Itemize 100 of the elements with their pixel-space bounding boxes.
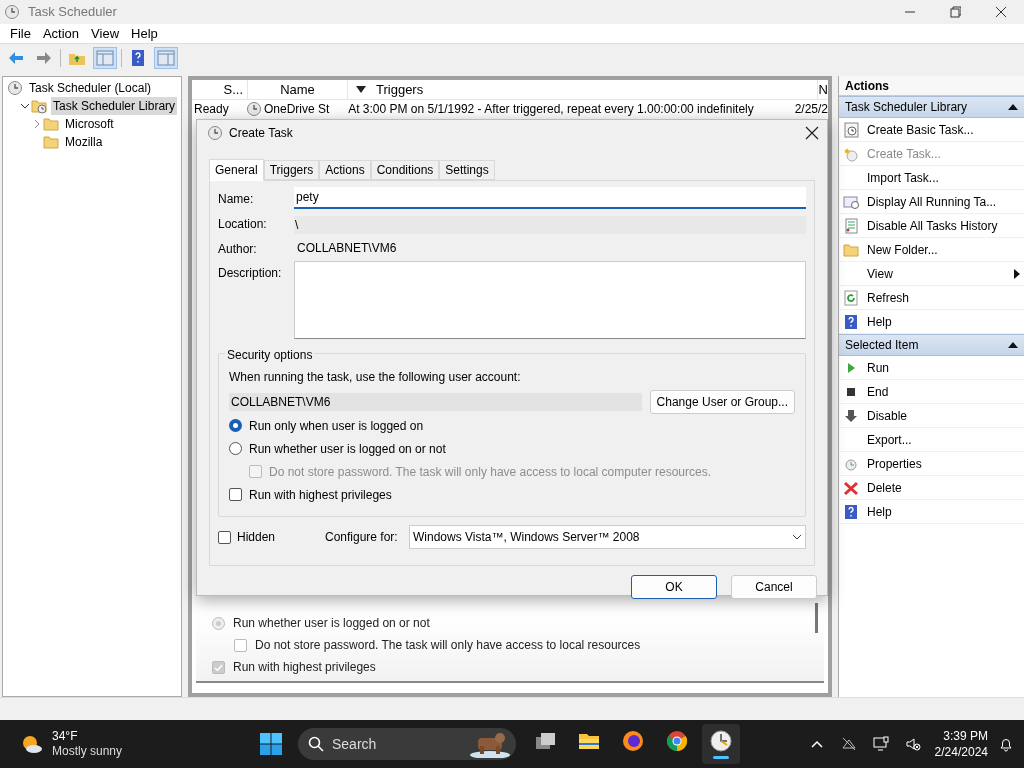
task-command[interactable]: Delete [839, 476, 1024, 500]
calendar-clock-icon [843, 121, 859, 138]
field-label: Name: [218, 191, 255, 208]
help-icon [843, 313, 859, 330]
option-label: Hidden [237, 529, 277, 546]
speaker-muted-icon [904, 736, 921, 752]
bell-icon [998, 736, 1014, 752]
search-icon [308, 736, 324, 752]
menu-item[interactable]: File [4, 23, 37, 44]
scrollbar-thumb[interactable] [815, 603, 818, 633]
panel-icon [157, 49, 175, 67]
tab[interactable]: Conditions [370, 160, 440, 180]
tab[interactable]: Triggers [263, 160, 320, 180]
task-command[interactable]: Import Task... [839, 166, 1024, 190]
folder-icon [843, 241, 859, 258]
menu-item[interactable]: Help [125, 23, 164, 44]
name-field[interactable]: pety [294, 187, 806, 209]
radio-button[interactable] [229, 419, 242, 432]
clock-time: 3:39 PM [943, 728, 988, 744]
section-header[interactable]: Task Scheduler Library [839, 96, 1024, 118]
panel-icon [96, 49, 114, 67]
task-command[interactable]: Export... [839, 428, 1024, 452]
option-label: Run whether user is logged on or not [249, 440, 446, 458]
down-arrow-icon [843, 407, 859, 424]
tree-item[interactable]: Microsoft [63, 115, 116, 133]
monitor-icon [872, 736, 889, 752]
task-command[interactable]: New Folder... [839, 238, 1024, 262]
sort-down-icon [356, 85, 366, 94]
configure-dropdown[interactable]: Windows Vista™, Windows Server™ 2008 [409, 525, 806, 549]
option-label: Do not store password. The task will only have access to local resources [255, 637, 641, 654]
clock-icon [245, 101, 262, 117]
table-cell-text: 2/25/2 [794, 101, 828, 118]
prompt-text: When running the task, use the following user account: [229, 369, 522, 386]
clock-date: 2/24/2024 [934, 744, 988, 760]
option-label: Run whether user is logged on or not [233, 615, 430, 632]
list-icon [843, 217, 859, 234]
checkbox[interactable] [229, 488, 242, 501]
column-header[interactable]: Triggers [348, 80, 818, 99]
collapse-arrow-icon [1008, 342, 1018, 348]
table-cell-text: Ready [193, 101, 230, 118]
clock-icon [709, 729, 733, 753]
chevron-down-icon [792, 534, 802, 540]
option-label: Do not store password. The task will only have access to local computer resources. [269, 463, 711, 481]
column-header[interactable]: Name [248, 80, 348, 99]
delete-icon [843, 479, 859, 496]
help-icon [843, 503, 859, 520]
firefox-icon [621, 729, 645, 753]
option-label: Run with highest privileges [233, 659, 376, 676]
network-off-icon [840, 736, 857, 752]
ok-button[interactable]: OK [631, 575, 717, 599]
radio-button[interactable] [229, 442, 242, 455]
task-command[interactable]: Create Basic Task... [839, 118, 1024, 142]
tab[interactable]: Settings [439, 160, 495, 180]
clock-icon [7, 80, 23, 96]
task-command[interactable]: Refresh [839, 286, 1024, 310]
tree-item[interactable]: Task Scheduler Library [51, 97, 178, 115]
section-header[interactable]: Selected Item [839, 334, 1024, 356]
menu-item[interactable]: Action [36, 23, 86, 44]
field-label: Location: [218, 216, 268, 233]
field-label: Description: [218, 265, 283, 282]
windows-logo-icon [259, 732, 283, 756]
checkbox[interactable] [218, 530, 231, 544]
change-user-button[interactable]: Change User or Group... [649, 390, 795, 414]
task-command[interactable]: Disable All Tasks History [839, 214, 1024, 238]
weather-temperature: 34°F [52, 729, 79, 744]
section-title: Task Scheduler Library [845, 99, 968, 116]
task-command[interactable]: Disable [839, 404, 1024, 428]
close-icon [995, 6, 1007, 18]
window-title: Task Scheduler [28, 3, 117, 22]
task-command[interactable]: End [839, 380, 1024, 404]
task-command[interactable]: Run [839, 356, 1024, 380]
cancel-button[interactable]: Cancel [731, 575, 817, 599]
chrome-icon [665, 729, 689, 753]
author-value: COLLABNET\VM6 [296, 240, 398, 257]
app-icon [207, 125, 223, 141]
description-field[interactable] [294, 261, 806, 339]
column-header[interactable]: S... [192, 80, 248, 99]
folder-icon [43, 134, 59, 150]
taskbar-app-button[interactable] [702, 724, 740, 764]
dialog-title: Create Task [229, 125, 294, 142]
option-label: Run with highest privileges [249, 486, 392, 504]
location-field: \ [294, 216, 806, 234]
task-command[interactable]: Help [839, 500, 1024, 524]
option-label: Run only when user is logged on [249, 417, 424, 435]
column-header[interactable]: N [818, 80, 828, 99]
task-command[interactable]: Display All Running Ta... [839, 190, 1024, 214]
refresh-icon [843, 289, 859, 306]
restore-icon [949, 6, 961, 18]
tree-item[interactable]: Task Scheduler (Local) [27, 79, 154, 97]
weather-condition: Mostly sunny [52, 744, 123, 759]
tab[interactable]: Actions [319, 160, 371, 180]
search-field[interactable]: Search [298, 728, 516, 760]
task-command[interactable]: Properties [839, 452, 1024, 476]
collapse-arrow-icon [1008, 104, 1018, 110]
menu-item[interactable]: View [85, 23, 126, 44]
forward-arrow-icon [35, 49, 53, 67]
tab[interactable]: General [209, 159, 264, 181]
task-command[interactable]: View [839, 262, 1024, 286]
app-icon [4, 4, 20, 20]
tree-item[interactable]: Mozilla [63, 133, 105, 151]
